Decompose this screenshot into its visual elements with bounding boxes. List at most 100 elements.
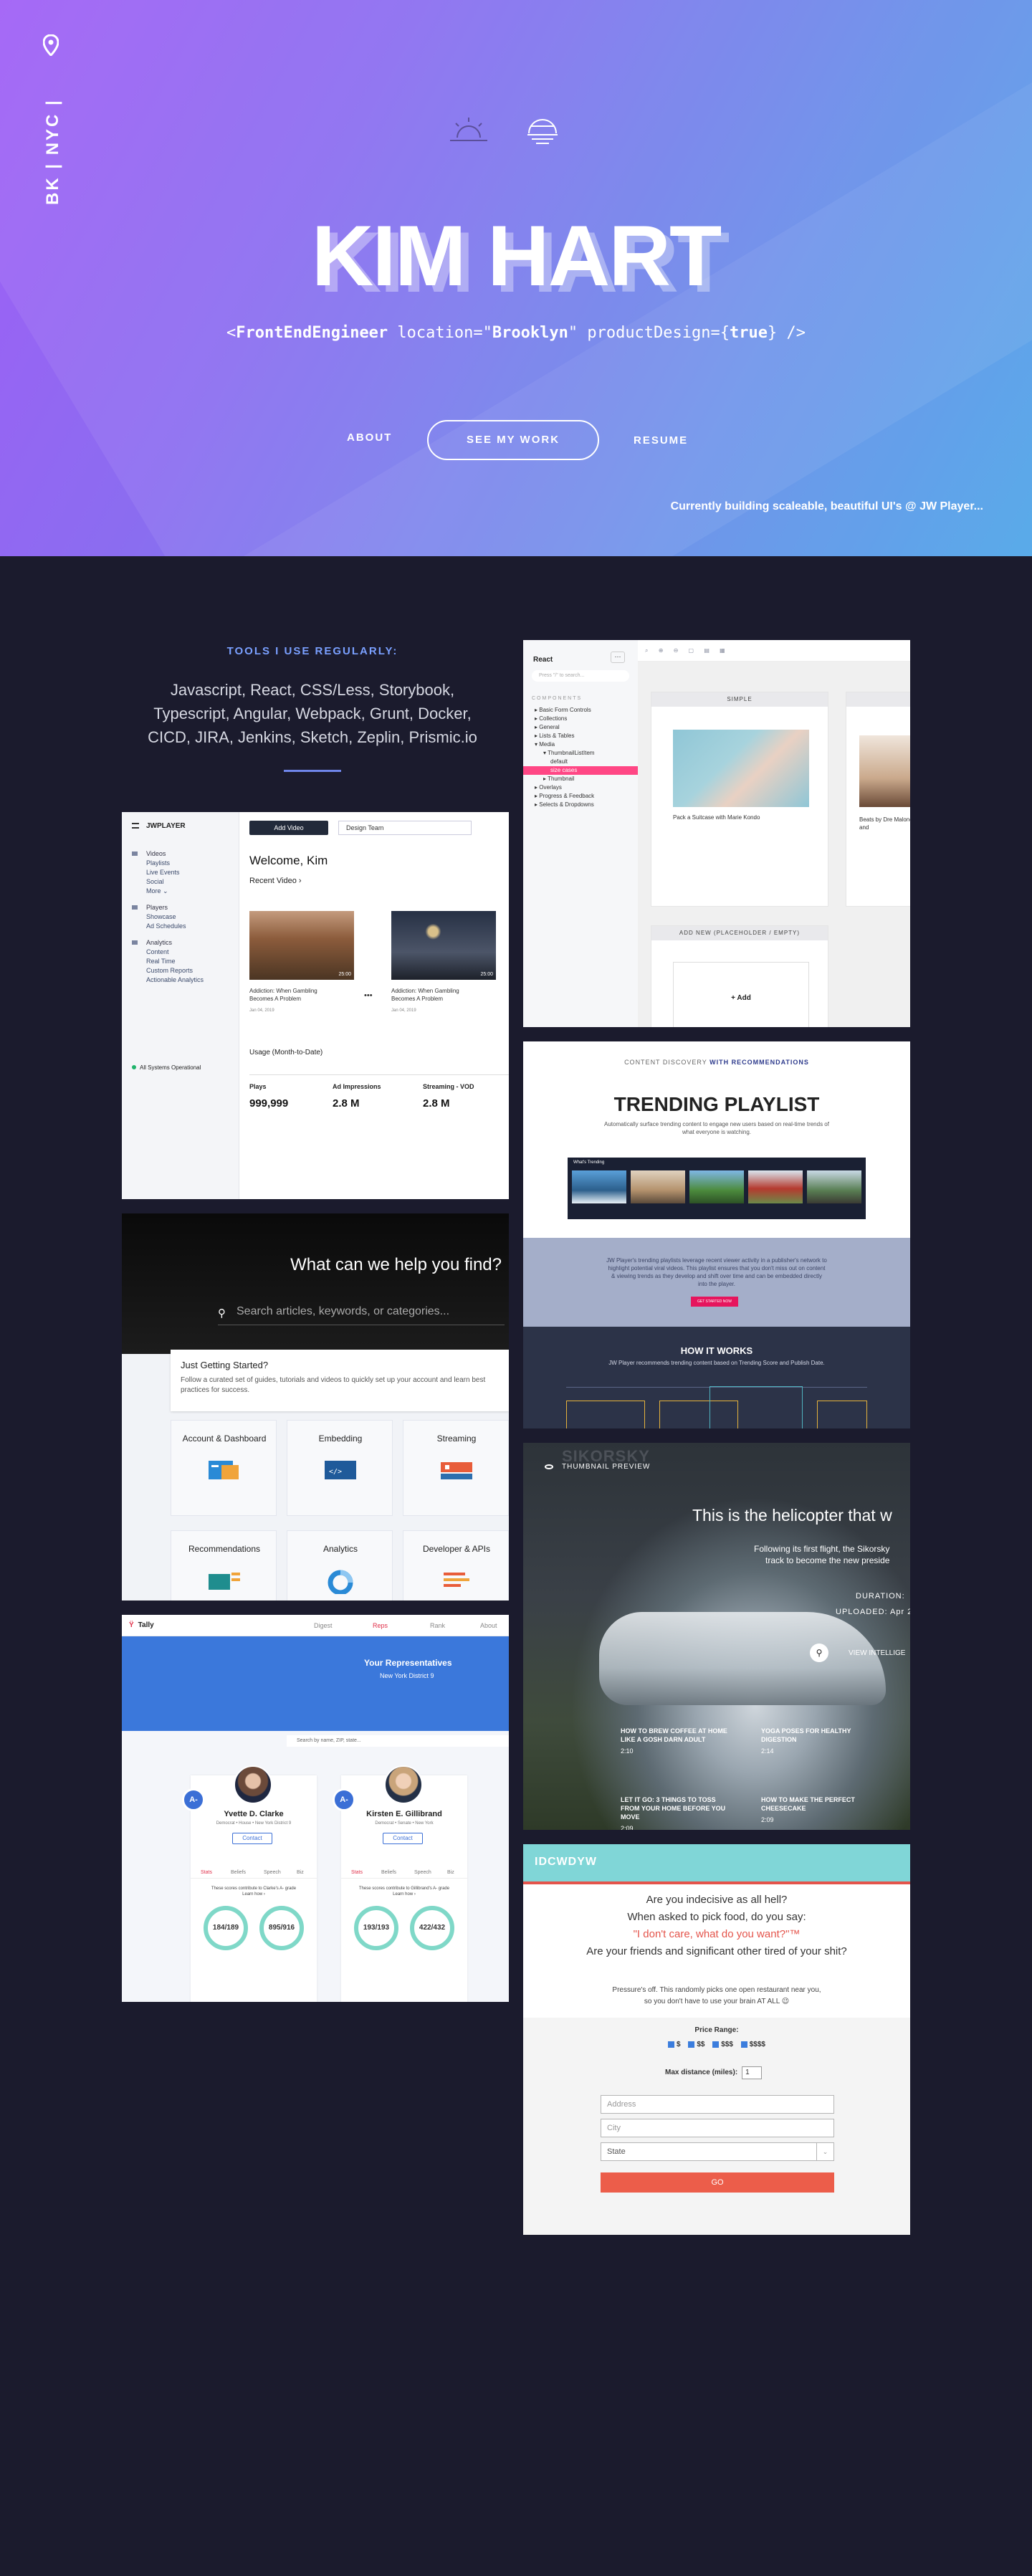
- tab-biz: Biz: [297, 1870, 304, 1875]
- helicopter-image: [599, 1612, 886, 1705]
- video-thumbnail: 25:00: [391, 911, 496, 980]
- divider: [249, 1074, 509, 1075]
- stat-label: Streaming - VOD: [423, 1083, 474, 1090]
- learn-link: Learn how ›: [242, 1892, 265, 1897]
- add-placeholder: + Add: [673, 962, 809, 1027]
- story-heading: SIMPLE: [651, 692, 828, 707]
- tree-item: ▸ Progress & Feedback: [535, 793, 595, 799]
- story-thumbnail: [859, 735, 910, 807]
- tree-item: ▸ Basic Form Controls: [535, 707, 591, 713]
- story-simple: SIMPLE Pack a Suitcase with Marie Kondo: [651, 692, 828, 907]
- dashboard-main: Add Video Design Team Welcome, Kim Recen…: [249, 812, 509, 1199]
- city-field: City: [601, 2119, 834, 2137]
- nav-subitem: Playlists: [146, 859, 171, 867]
- chevron-down-icon: ⌄: [816, 2143, 833, 2160]
- portfolio-card-idcwdyw[interactable]: IDCWDYW Are you indecisive as all hell? …: [523, 1844, 910, 2235]
- tree-item: ▸ Thumbnail: [543, 776, 575, 782]
- see-my-work-button[interactable]: SEE MY WORK: [427, 420, 599, 460]
- status-dot-icon: [132, 1065, 136, 1069]
- state-select: State ⌄: [601, 2142, 834, 2161]
- portfolio-card-storybook[interactable]: React ··· Press "/" to search... COMPONE…: [523, 640, 910, 1027]
- avatar: [234, 1765, 272, 1804]
- checkbox-icon: [668, 2041, 675, 2048]
- trending-description: JW Player's trending playlists leverage …: [523, 1238, 910, 1327]
- trending-strip: What's Trending: [568, 1158, 866, 1219]
- desc-line: Following its first flight, the Sikorsky: [754, 1544, 890, 1554]
- tag-part: location=": [388, 324, 492, 342]
- trend-thumbnail: [631, 1170, 685, 1203]
- price-label: $: [677, 2041, 681, 2048]
- tab-biz: Biz: [447, 1870, 454, 1875]
- logo-text: JWPLAYER: [146, 822, 186, 830]
- related-video: HOW TO BREW COFFEE AT HOME LIKE A GOSH D…: [621, 1727, 735, 1755]
- district-label: New York District 9: [380, 1672, 434, 1679]
- portfolio-card-support-center[interactable]: What can we help you find? ⚲ Search artic…: [122, 1213, 509, 1601]
- tree-item: ▸ Selects & Dropdowns: [535, 801, 594, 808]
- portfolio-card-thumbnail-preview[interactable]: SIKORSKY THUMBNAIL PREVIEW This is the h…: [523, 1443, 910, 1830]
- story-secondary: Beats by Dre Malone and: [846, 692, 910, 907]
- how-it-works: HOW IT WORKS JW Player recommends trendi…: [523, 1327, 910, 1428]
- tools-line: Javascript, React, CSS/Less, Storybook,: [170, 681, 455, 699]
- trend-thumbnail: [807, 1170, 861, 1203]
- hero-nav: ABOUT SEE MY WORK RESUME: [0, 420, 1032, 460]
- nav-digest: Digest: [314, 1622, 333, 1629]
- how-subtitle: JW Player recommends trending content ba…: [608, 1360, 825, 1366]
- tag-part: " productDesign={: [568, 324, 730, 342]
- search-placeholder: Search articles, keywords, or categories…: [236, 1305, 450, 1317]
- nav-group: Videos Playlists Live Events Social More…: [132, 849, 204, 896]
- strip-label: What's Trending: [573, 1160, 605, 1165]
- rep-search: Search by name, ZIP, state...: [287, 1735, 509, 1747]
- go-button: GO: [601, 2172, 834, 2193]
- related-video: LET IT GO: 3 THINGS TO TOSS FROM YOUR HO…: [621, 1795, 735, 1830]
- tree-label: Lists & Tables: [539, 733, 575, 739]
- nav-item: Videos: [132, 849, 204, 859]
- portfolio-card-tally[interactable]: Ÿ Tally Digest Reps Rank About Your Repre…: [122, 1615, 509, 2002]
- hero-tagline: <FrontEndEngineer location="Brooklyn" pr…: [0, 324, 1032, 342]
- tag-part: true: [730, 324, 768, 342]
- state-label: State: [607, 2147, 626, 2156]
- grade-note: These scores contribute to Gillibrand's …: [341, 1886, 467, 1897]
- support-question: What can we help you find?: [290, 1255, 502, 1274]
- price-label: $$: [697, 2041, 705, 2048]
- price-option: $$$: [712, 2041, 733, 2048]
- question-line: Are you indecisive as all hell?: [646, 1894, 788, 1906]
- portfolio-card-jw-dashboard[interactable]: JWPLAYER Videos Playlists Live Events So…: [122, 812, 509, 1199]
- dashboard-nav: Videos Playlists Live Events Social More…: [132, 849, 204, 992]
- about-link[interactable]: ABOUT: [347, 431, 392, 444]
- caption-date: Jan 04, 2019: [391, 1008, 416, 1013]
- resume-link[interactable]: RESUME: [634, 434, 688, 447]
- portfolio-card-trending-playlist[interactable]: CONTENT DISCOVERY WITH RECOMMENDATIONS T…: [523, 1041, 910, 1428]
- related-duration: 2:10: [621, 1747, 634, 1755]
- intro-line: Pressure's off. This randomly picks one …: [612, 1986, 821, 1994]
- nav-subitem: Ad Schedules: [146, 922, 186, 930]
- location-badge: BK | NYC |: [37, 34, 64, 205]
- caption-text: Addiction: When Gambling Becomes A Probl…: [249, 988, 317, 1002]
- sunset-icon[interactable]: [525, 115, 560, 146]
- rep-tabs: Stats Beliefs Speech Biz: [341, 1860, 467, 1879]
- component-tree: COMPONENTS ▸ Basic Form Controls ▸ Colle…: [523, 695, 638, 809]
- storybook-toolbar: ⌕ ⊕ ⊖ ▢ ▤ ▦: [638, 640, 910, 662]
- nav-subitem: Live Events: [146, 869, 180, 876]
- trend-thumbnail: [689, 1170, 744, 1203]
- related-duration: 2:09: [761, 1816, 774, 1823]
- score-ring: 184/189: [204, 1906, 248, 1950]
- storybook-canvas: SIMPLE Pack a Suitcase with Marie Kondo …: [638, 662, 910, 1027]
- price-range-label: Price Range:: [694, 2026, 739, 2034]
- theme-toggle[interactable]: [447, 115, 560, 146]
- trend-thumbnail: [748, 1170, 803, 1203]
- sunrise-icon[interactable]: [447, 115, 490, 143]
- tree-label: Progress & Feedback: [539, 793, 595, 799]
- tree-item: ▾ Media: [535, 741, 555, 748]
- intro-line: so you don't have to use your brain AT A…: [644, 1998, 790, 2005]
- trending-desc-text: JW Player's trending playlists leverage …: [606, 1257, 827, 1287]
- tree-label: ThumbnailListItem: [548, 750, 595, 756]
- nav-item: Players: [132, 903, 204, 912]
- trending-title: TRENDING PLAYLIST: [613, 1093, 820, 1115]
- story-heading: ADD NEW (PLACEHOLDER / EMPTY): [651, 926, 828, 940]
- price-label: $$$: [721, 2041, 733, 2048]
- current-role-text: Currently building scaleable, beautiful …: [670, 500, 983, 512]
- video-uploaded: UPLOADED: Apr 26: [836, 1608, 910, 1616]
- tab-stats: Stats: [351, 1870, 363, 1875]
- max-distance: Max distance (miles): 1: [665, 2066, 763, 2080]
- streaming-icon: [441, 1462, 472, 1479]
